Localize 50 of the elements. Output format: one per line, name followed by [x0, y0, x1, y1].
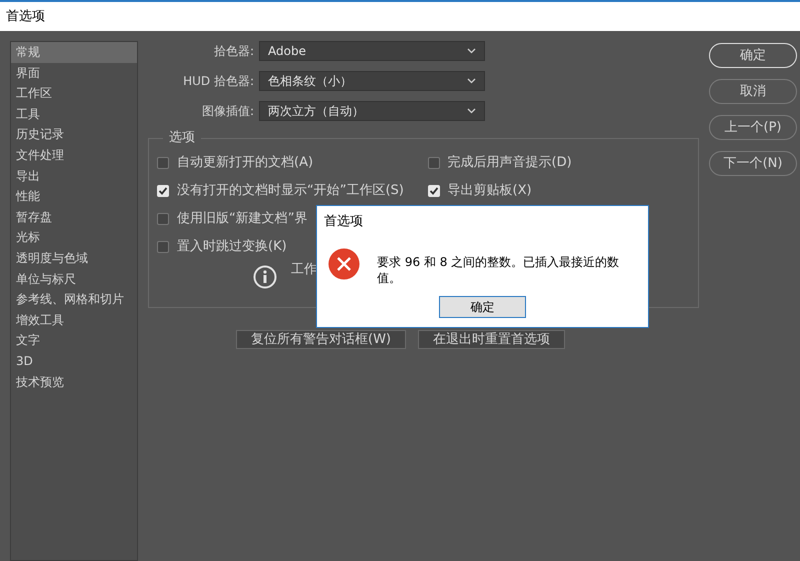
checkbox-label: 导出剪贴板(X): [448, 182, 532, 200]
checkbox[interactable]: [157, 241, 169, 253]
sidebar-item[interactable]: 增效工具: [11, 310, 137, 330]
field-label: 图像插值:: [200, 103, 255, 120]
sidebar-item[interactable]: 单位与标尺: [11, 268, 137, 290]
checkbox-label: 使用旧版“新建文档”界: [177, 210, 308, 228]
sidebar-item[interactable]: 光标: [11, 227, 137, 248]
dropdown[interactable]: 两次立方（自动）: [259, 101, 485, 121]
sidebar-item[interactable]: 性能: [11, 186, 137, 207]
ok-button[interactable]: 确定: [439, 296, 526, 318]
window-title: 首选项: [0, 0, 800, 31]
checkbox[interactable]: [157, 213, 169, 225]
sidebar-item[interactable]: 常规: [11, 42, 137, 63]
sidebar-item[interactable]: 工作区: [11, 83, 137, 104]
checkbox-label: 置入时跳过变换(K): [177, 238, 287, 256]
reset-button[interactable]: 在退出时重置首选项: [418, 330, 565, 349]
chevron-down-icon: [467, 78, 476, 84]
dialog-button[interactable]: 取消: [709, 79, 797, 104]
dialog-button[interactable]: 下一个(N): [709, 151, 797, 176]
info-icon: [253, 265, 277, 289]
sidebar-item[interactable]: 历史记录: [11, 124, 137, 145]
dialog-button[interactable]: 确定: [709, 43, 797, 68]
sidebar-item[interactable]: 界面: [11, 62, 137, 84]
sidebar-item[interactable]: 透明度与色域: [11, 248, 137, 269]
dropdown[interactable]: Adobe: [259, 41, 485, 61]
checkbox[interactable]: [428, 157, 440, 169]
dialog-button[interactable]: 上一个(P): [709, 115, 797, 140]
chevron-down-icon: [467, 48, 476, 54]
sidebar-item[interactable]: 文字: [11, 330, 137, 351]
sidebar-item[interactable]: 参考线、网格和切片: [11, 289, 137, 310]
sidebar-item[interactable]: 工具: [11, 104, 137, 124]
dropdown[interactable]: 色相条纹（小）: [259, 71, 485, 91]
sidebar-item[interactable]: 导出: [11, 166, 137, 186]
error-icon: [328, 248, 360, 280]
sidebar-item[interactable]: 技术预览: [11, 372, 137, 392]
sidebar-item[interactable]: 3D: [11, 350, 137, 372]
error-message: 要求 96 和 8 之间的整数。已插入最接近的数值。: [377, 254, 620, 286]
sidebar-item[interactable]: 暂存盘: [11, 206, 137, 228]
sidebar-item[interactable]: 文件处理: [11, 144, 137, 166]
checkbox[interactable]: [157, 157, 169, 169]
dialog-title: 首选项: [323, 213, 364, 231]
checkbox-label: 完成后用声音提示(D): [448, 154, 572, 172]
info-text: 工作: [291, 261, 317, 280]
group-title: 选项: [163, 130, 201, 146]
field-label: 拾色器:: [212, 43, 255, 60]
checkbox-label: 没有打开的文档时显示“开始”工作区(S): [177, 182, 404, 200]
checkbox-label: 自动更新打开的文档(A): [177, 154, 314, 172]
reset-button[interactable]: 复位所有警告对话框(W): [236, 330, 406, 349]
field-label: HUD 拾色器:: [182, 73, 255, 90]
chevron-down-icon: [467, 108, 476, 114]
